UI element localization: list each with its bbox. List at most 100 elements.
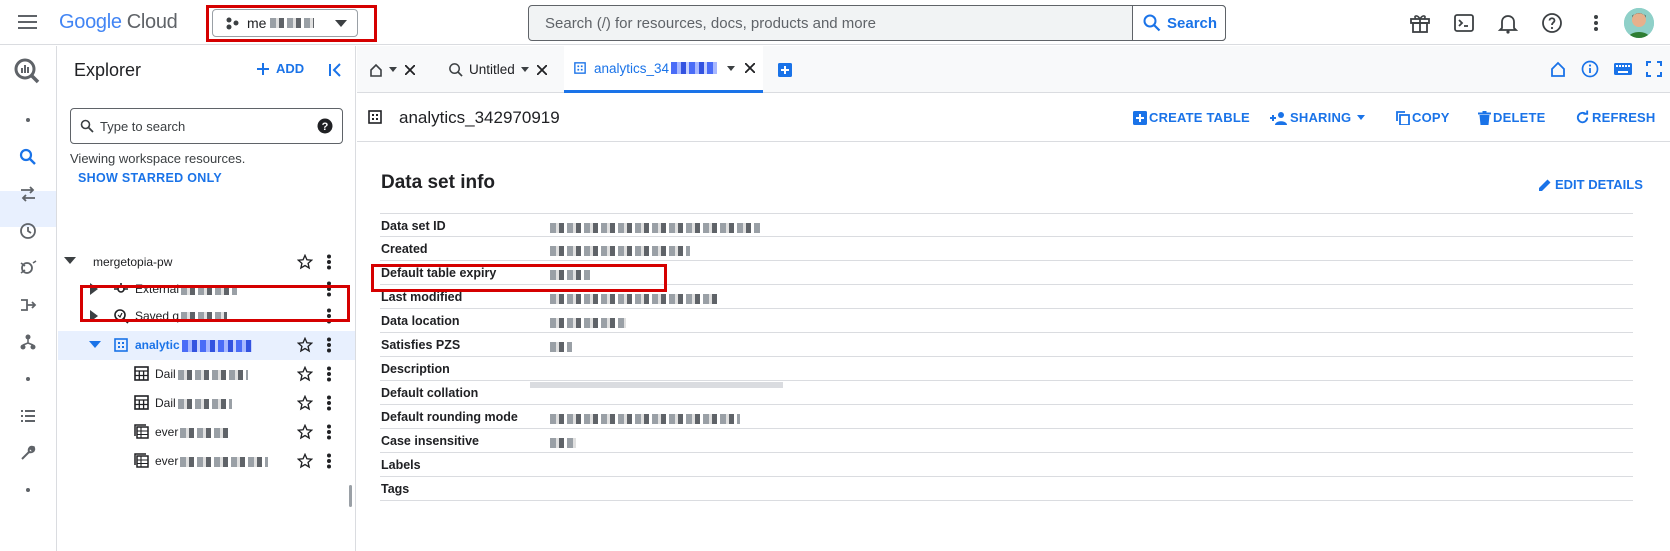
create-table-button[interactable]: CREATE TABLE bbox=[1133, 110, 1250, 125]
close-tab-icon[interactable] bbox=[745, 63, 756, 73]
more-vert-icon[interactable] bbox=[1584, 11, 1608, 35]
info-row-dataset-id: Data set ID bbox=[380, 213, 1633, 237]
gift-icon[interactable] bbox=[1408, 11, 1432, 35]
navigation-rail bbox=[0, 46, 57, 551]
star-icon[interactable] bbox=[297, 337, 313, 353]
info-value-redacted bbox=[550, 242, 810, 256]
dataset-icon bbox=[574, 62, 586, 74]
tree-row-sharded-table-1[interactable]: ever bbox=[58, 418, 355, 446]
tab-untitled[interactable]: Untitled bbox=[448, 46, 559, 93]
star-icon[interactable] bbox=[297, 366, 313, 382]
info-row-tags: Tags bbox=[380, 477, 1633, 501]
tree-row-project[interactable]: mergetopia-pw bbox=[58, 248, 355, 276]
list-icon[interactable] bbox=[16, 404, 40, 428]
star-icon[interactable] bbox=[297, 254, 313, 270]
info-key: Tags bbox=[381, 482, 410, 496]
help-icon[interactable] bbox=[1540, 11, 1564, 35]
bigquery-logo-icon[interactable] bbox=[12, 56, 42, 86]
tree-row-table-1[interactable]: Dail bbox=[58, 360, 355, 388]
more-vert-icon[interactable] bbox=[326, 395, 332, 411]
copy-button[interactable]: COPY bbox=[1396, 110, 1450, 125]
delete-button[interactable]: DELETE bbox=[1478, 110, 1545, 125]
project-picker[interactable]: me bbox=[212, 9, 358, 37]
panel-resize-handle[interactable] bbox=[349, 485, 352, 507]
info-key: Created bbox=[381, 242, 428, 256]
more-vert-icon[interactable] bbox=[326, 366, 332, 382]
workflow-icon[interactable] bbox=[16, 330, 40, 354]
dataset-highlight-box bbox=[80, 285, 350, 322]
dataset-header: analytics_342970919 CREATE TABLE SHARING… bbox=[357, 94, 1670, 142]
star-icon[interactable] bbox=[297, 453, 313, 469]
tree-row-dataset-selected[interactable]: analytic bbox=[58, 331, 355, 360]
tab-dataset[interactable]: analytics_34 bbox=[564, 46, 763, 93]
info-key: Description bbox=[381, 362, 450, 376]
wrench-icon[interactable] bbox=[16, 441, 40, 465]
top-bar: Google Cloud me Search (/) for resources,… bbox=[0, 0, 1670, 45]
notifications-bell-icon[interactable] bbox=[1496, 11, 1520, 35]
more-vert-icon[interactable] bbox=[326, 424, 332, 440]
chevron-down-icon[interactable] bbox=[389, 67, 397, 72]
scheduled-queries-clock-icon[interactable] bbox=[16, 219, 40, 243]
tree-label: Dail bbox=[155, 367, 248, 381]
star-icon[interactable] bbox=[297, 395, 313, 411]
info-key: Data location bbox=[381, 314, 460, 328]
chevron-down-icon[interactable] bbox=[727, 65, 736, 71]
tree-row-sharded-table-2[interactable]: ever bbox=[58, 447, 355, 475]
info-key: Labels bbox=[381, 458, 421, 472]
cloud-shell-icon[interactable] bbox=[1452, 11, 1476, 35]
more-vert-icon[interactable] bbox=[326, 453, 332, 469]
dataset-info-heading: Data set info bbox=[381, 172, 496, 193]
info-key: Satisfies PZS bbox=[381, 338, 461, 352]
google-cloud-logo[interactable]: Google Cloud bbox=[59, 11, 178, 34]
dataform-icon[interactable] bbox=[16, 293, 40, 317]
search-input[interactable]: Search (/) for resources, docs, products… bbox=[528, 5, 1226, 41]
keyboard-icon[interactable] bbox=[1613, 60, 1633, 80]
tab-home[interactable] bbox=[369, 46, 433, 93]
info-row-case-insensitive: Case insensitive bbox=[380, 429, 1633, 453]
redacted-text bbox=[177, 398, 232, 409]
rail-search-icon[interactable] bbox=[16, 145, 40, 169]
data-transfer-icon[interactable] bbox=[16, 182, 40, 206]
sharing-button[interactable]: SHARING bbox=[1270, 110, 1366, 125]
info-key: Default collation bbox=[381, 386, 479, 400]
chevron-down-icon bbox=[1357, 115, 1366, 120]
tree-label: ever bbox=[155, 425, 229, 439]
info-value-redacted bbox=[550, 219, 810, 233]
more-vert-icon[interactable] bbox=[326, 337, 332, 353]
refresh-icon bbox=[1576, 110, 1589, 124]
user-avatar[interactable] bbox=[1624, 8, 1654, 38]
star-icon[interactable] bbox=[297, 424, 313, 440]
refresh-label: REFRESH bbox=[1592, 110, 1656, 125]
edit-details-button[interactable]: EDIT DETAILS bbox=[1538, 177, 1643, 192]
info-value-redacted bbox=[550, 410, 810, 424]
explorer-search-input[interactable]: Type to search ? bbox=[70, 108, 343, 144]
explorer-search-placeholder: Type to search bbox=[100, 119, 186, 134]
edit-details-label: EDIT DETAILS bbox=[1555, 177, 1643, 192]
redacted-text bbox=[180, 456, 269, 467]
close-tab-icon[interactable] bbox=[405, 64, 415, 75]
add-button[interactable]: ADD bbox=[256, 61, 304, 76]
person-add-icon bbox=[1270, 111, 1287, 125]
collapse-panel-icon[interactable] bbox=[326, 60, 346, 80]
more-vert-icon[interactable] bbox=[326, 254, 332, 270]
refresh-button[interactable]: REFRESH bbox=[1575, 110, 1656, 125]
project-icon bbox=[226, 17, 239, 30]
help-circle-icon[interactable]: ? bbox=[317, 118, 333, 134]
collapse-caret-icon[interactable] bbox=[89, 340, 101, 350]
home-outline-icon[interactable] bbox=[1549, 60, 1569, 80]
main-menu-icon[interactable] bbox=[16, 12, 40, 32]
fullscreen-icon[interactable] bbox=[1645, 60, 1665, 80]
copy-icon bbox=[1396, 110, 1410, 125]
chevron-down-icon[interactable] bbox=[520, 67, 529, 72]
new-tab-button[interactable] bbox=[778, 46, 806, 93]
search-button[interactable]: Search bbox=[1132, 5, 1226, 41]
search-placeholder: Search (/) for resources, docs, products… bbox=[545, 15, 876, 32]
close-tab-icon[interactable] bbox=[536, 64, 547, 75]
analytics-hub-icon[interactable] bbox=[16, 256, 40, 280]
show-starred-only-link[interactable]: SHOW STARRED ONLY bbox=[78, 171, 222, 185]
copy-label: COPY bbox=[1412, 110, 1450, 125]
info-icon[interactable] bbox=[1581, 60, 1601, 80]
tree-label: mergetopia-pw bbox=[93, 255, 173, 269]
tree-row-table-2[interactable]: Dail bbox=[58, 389, 355, 417]
collapse-caret-icon[interactable] bbox=[64, 256, 76, 266]
